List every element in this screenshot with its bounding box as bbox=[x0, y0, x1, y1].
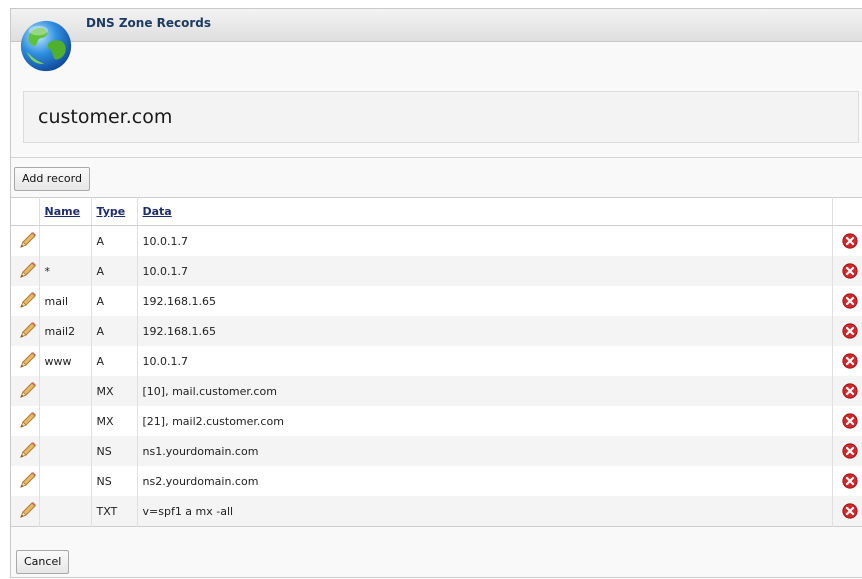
delete-cell bbox=[832, 225, 862, 256]
edit-cell bbox=[11, 346, 40, 376]
edit-cell bbox=[11, 376, 40, 406]
record-data: [21], mail2.customer.com bbox=[137, 406, 833, 436]
record-name: www bbox=[39, 346, 92, 376]
pencil-icon[interactable] bbox=[16, 470, 38, 492]
record-name bbox=[39, 376, 92, 406]
delete-icon[interactable] bbox=[841, 503, 858, 519]
pencil-icon[interactable] bbox=[16, 260, 38, 282]
edit-column-header bbox=[11, 197, 40, 226]
pencil-icon[interactable] bbox=[16, 410, 38, 432]
table-row: MX [21], mail2.customer.com bbox=[11, 406, 862, 436]
column-header-data[interactable]: Data bbox=[137, 197, 833, 226]
window-title: DNS Zone Records bbox=[86, 16, 212, 30]
record-type: MX bbox=[91, 376, 138, 406]
edit-cell bbox=[11, 466, 40, 496]
delete-icon[interactable] bbox=[841, 413, 858, 429]
record-data: v=spf1 a mx -all bbox=[137, 496, 833, 527]
record-name: * bbox=[39, 256, 92, 286]
record-name bbox=[39, 466, 92, 496]
table-row: TXT v=spf1 a mx -all bbox=[11, 496, 862, 527]
record-type: A bbox=[91, 316, 138, 346]
record-data: ns2.yourdomain.com bbox=[137, 466, 833, 496]
delete-icon[interactable] bbox=[841, 473, 858, 489]
record-name bbox=[39, 406, 92, 436]
column-header-name[interactable]: Name bbox=[39, 197, 92, 226]
edit-cell bbox=[11, 256, 40, 286]
edit-cell bbox=[11, 436, 40, 466]
table-row: * A 10.0.1.7 bbox=[11, 256, 862, 286]
pencil-icon[interactable] bbox=[16, 230, 38, 252]
zone-header: customer.com bbox=[23, 91, 859, 143]
record-name: mail bbox=[39, 286, 92, 316]
edit-cell bbox=[11, 496, 40, 527]
add-record-button[interactable]: Add record bbox=[14, 167, 90, 191]
footer: Cancel bbox=[11, 545, 862, 579]
delete-cell bbox=[832, 376, 862, 406]
record-name: mail2 bbox=[39, 316, 92, 346]
pencil-icon[interactable] bbox=[16, 380, 38, 402]
edit-cell bbox=[11, 225, 40, 256]
title-bar: DNS Zone Records bbox=[11, 9, 862, 42]
pencil-icon[interactable] bbox=[16, 350, 38, 372]
pencil-icon[interactable] bbox=[16, 320, 38, 342]
delete-icon[interactable] bbox=[841, 233, 858, 249]
record-data: 192.168.1.65 bbox=[137, 316, 833, 346]
pencil-icon[interactable] bbox=[16, 290, 38, 312]
delete-icon[interactable] bbox=[841, 443, 858, 459]
table-row: MX [10], mail.customer.com bbox=[11, 376, 862, 406]
globe-icon bbox=[20, 20, 72, 72]
dns-zone-window: DNS Zone Records customer.com Add record bbox=[10, 8, 862, 578]
records-table: Name Type Data A 10.0.1.7 * A 10.0.1.7 mail A 1… bbox=[11, 197, 862, 527]
record-data: 192.168.1.65 bbox=[137, 286, 833, 316]
delete-cell bbox=[832, 466, 862, 496]
record-data: ns1.yourdomain.com bbox=[137, 436, 833, 466]
record-data: 10.0.1.7 bbox=[137, 346, 833, 376]
delete-cell bbox=[832, 436, 862, 466]
record-name bbox=[39, 436, 92, 466]
table-header-row: Name Type Data bbox=[11, 197, 862, 226]
table-row: NS ns2.yourdomain.com bbox=[11, 466, 862, 496]
pencil-icon[interactable] bbox=[16, 500, 38, 522]
cancel-button[interactable]: Cancel bbox=[16, 550, 70, 574]
delete-icon[interactable] bbox=[841, 263, 858, 279]
edit-cell bbox=[11, 286, 40, 316]
record-type: A bbox=[91, 225, 138, 256]
edit-cell bbox=[11, 316, 40, 346]
edit-cell bbox=[11, 406, 40, 436]
delete-icon[interactable] bbox=[841, 323, 858, 339]
table-row: NS ns1.yourdomain.com bbox=[11, 436, 862, 466]
delete-cell bbox=[832, 316, 862, 346]
record-data: [10], mail.customer.com bbox=[137, 376, 833, 406]
record-type: A bbox=[91, 286, 138, 316]
table-row: A 10.0.1.7 bbox=[11, 225, 862, 256]
delete-icon[interactable] bbox=[841, 293, 858, 309]
record-type: A bbox=[91, 346, 138, 376]
record-name bbox=[39, 225, 92, 256]
pencil-icon[interactable] bbox=[16, 440, 38, 462]
table-row: www A 10.0.1.7 bbox=[11, 346, 862, 376]
delete-cell bbox=[832, 286, 862, 316]
delete-icon[interactable] bbox=[841, 383, 858, 399]
delete-cell bbox=[832, 256, 862, 286]
record-data: 10.0.1.7 bbox=[137, 225, 833, 256]
table-row: mail A 192.168.1.65 bbox=[11, 286, 862, 316]
zone-name: customer.com bbox=[38, 106, 173, 128]
record-data: 10.0.1.7 bbox=[137, 256, 833, 286]
column-header-type[interactable]: Type bbox=[91, 197, 138, 226]
record-type: NS bbox=[91, 436, 138, 466]
record-type: MX bbox=[91, 406, 138, 436]
delete-column-header bbox=[832, 197, 862, 226]
record-type: A bbox=[91, 256, 138, 286]
delete-cell bbox=[832, 346, 862, 376]
delete-icon[interactable] bbox=[841, 353, 858, 369]
toolbar: Add record bbox=[11, 157, 862, 198]
delete-cell bbox=[832, 406, 862, 436]
record-name bbox=[39, 496, 92, 527]
record-type: NS bbox=[91, 466, 138, 496]
table-row: mail2 A 192.168.1.65 bbox=[11, 316, 862, 346]
delete-cell bbox=[832, 496, 862, 527]
record-type: TXT bbox=[91, 496, 138, 527]
